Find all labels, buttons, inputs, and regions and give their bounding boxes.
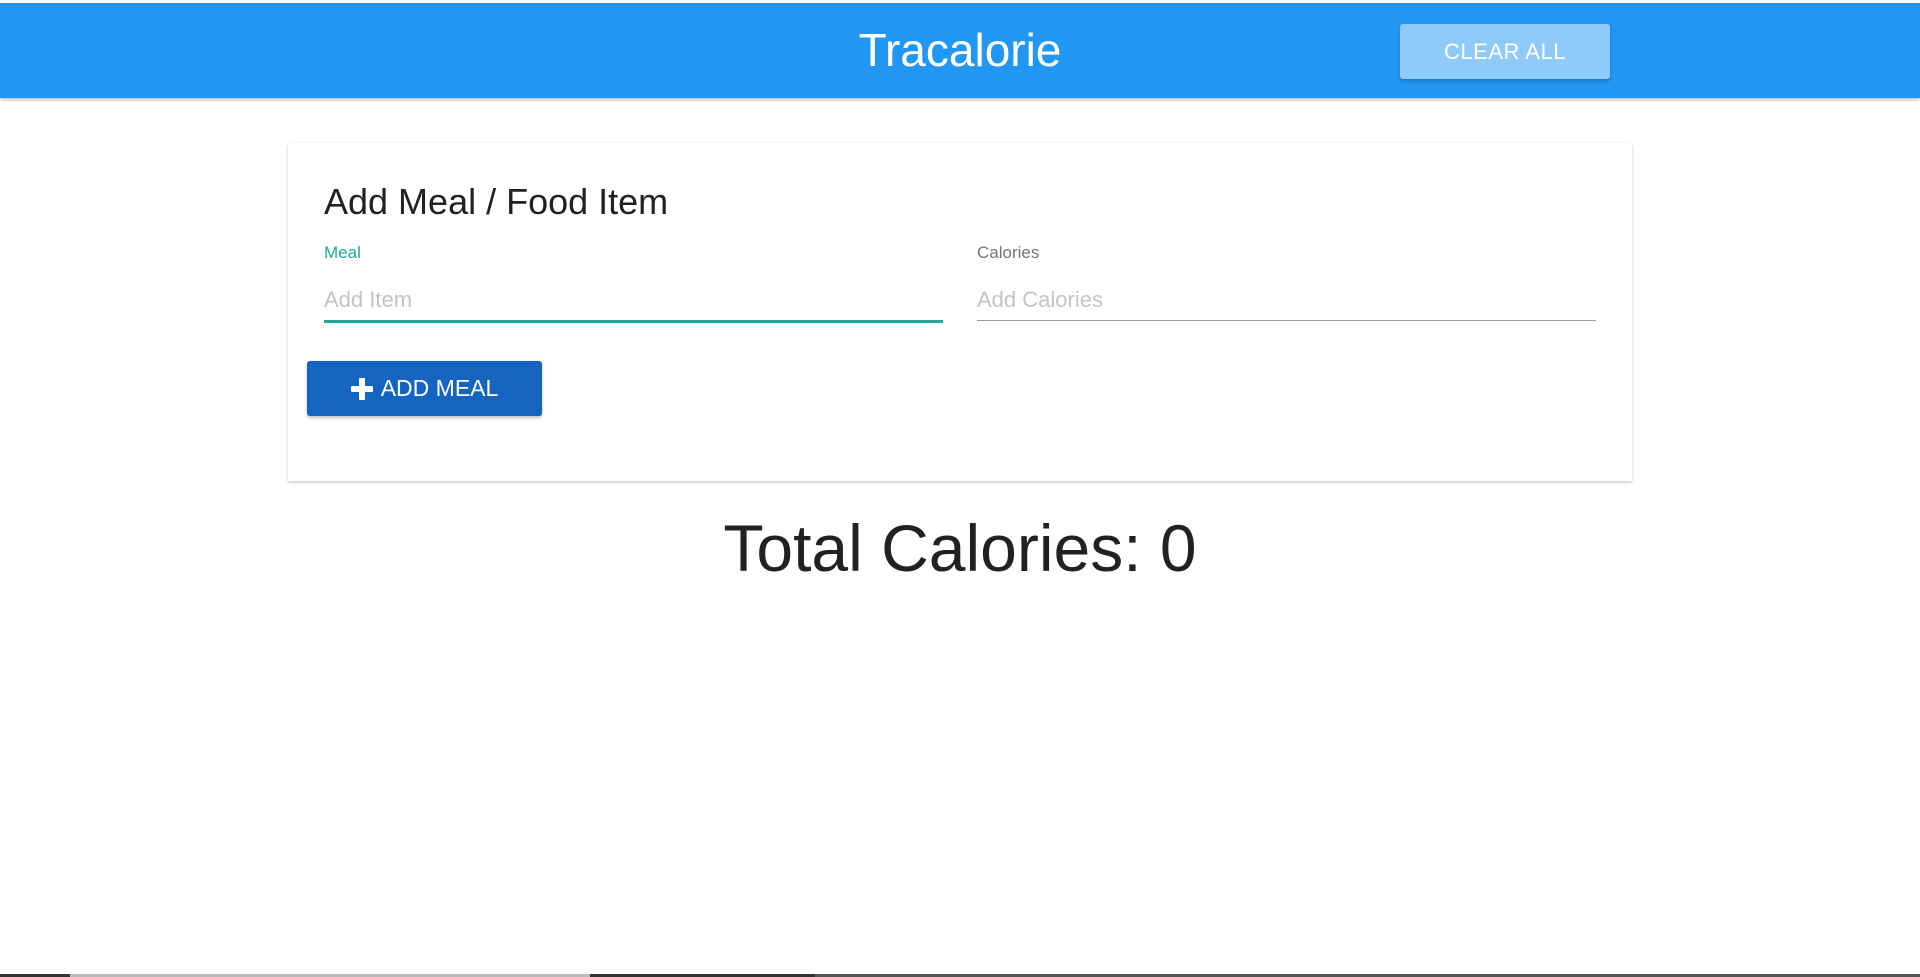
calories-input[interactable] [977, 279, 1596, 321]
add-meal-button[interactable]: ADD MEAL [307, 361, 542, 416]
card-title: Add Meal / Food Item [324, 181, 669, 222]
brand-logo[interactable]: Tracalorie [0, 3, 1920, 98]
navbar: Tracalorie CLEAR ALL [0, 3, 1920, 98]
clear-all-button[interactable]: CLEAR ALL [1400, 24, 1610, 79]
add-meal-card: Add Meal / Food Item Meal Calories ADD M… [288, 143, 1632, 481]
meal-label: Meal [324, 243, 361, 262]
total-calories: Total Calories: 0 [723, 511, 1197, 585]
calories-label: Calories [977, 243, 1040, 262]
meal-input[interactable] [324, 279, 943, 323]
plus-icon [350, 377, 373, 400]
calories-field: Calories [977, 243, 1596, 333]
meal-field: Meal [324, 243, 943, 333]
add-meal-label: ADD MEAL [380, 375, 499, 401]
